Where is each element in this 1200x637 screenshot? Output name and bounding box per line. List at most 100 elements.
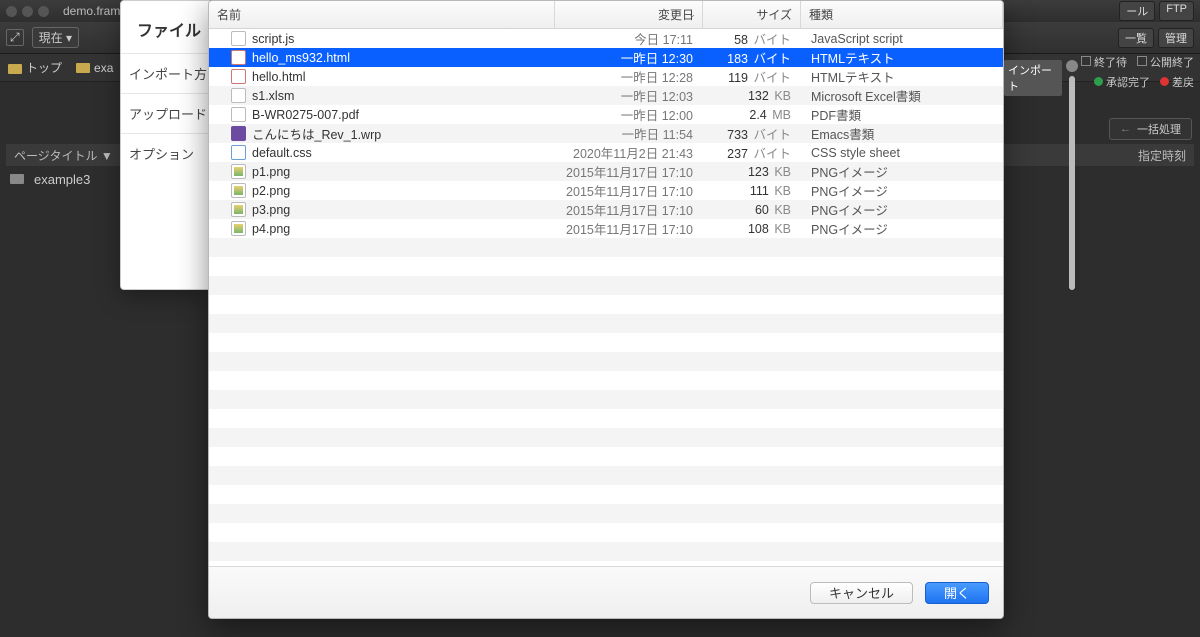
import-label[interactable]: インポート [1004, 60, 1062, 96]
file-name: p4.png [252, 222, 290, 236]
file-kind: PDF書類 [801, 105, 1003, 124]
file-row[interactable]: こんにちは_Rev_1.wrp一昨日 11:54733 バイトEmacs書類 [209, 124, 1003, 143]
bg-row-label: example3 [34, 172, 90, 187]
max-dot-icon[interactable] [38, 6, 49, 17]
left-panel: ファイル インポート方 アップロード オプション [120, 0, 210, 290]
file-kind: PNGイメージ [801, 219, 1003, 238]
file-date: 一昨日 12:30 [555, 48, 703, 67]
left-panel-title: ファイル [121, 1, 209, 53]
empty-row [209, 238, 1003, 257]
left-panel-item-upload[interactable]: アップロード [121, 93, 209, 133]
bg-list-row[interactable]: example3 [6, 168, 94, 190]
file-icon [231, 126, 246, 141]
col-time[interactable]: 指定時刻 [1138, 147, 1186, 164]
empty-row [209, 428, 1003, 447]
bg-title: demo.frame [63, 4, 127, 18]
file-name: B-WR0275-007.pdf [252, 108, 359, 122]
bg-tab-list[interactable]: 一覧 [1118, 28, 1154, 48]
file-icon [231, 145, 246, 160]
file-row[interactable]: default.css2020年11月2日 21:43237 バイトCSS st… [209, 143, 1003, 162]
file-size: 183 バイト [703, 48, 801, 67]
file-row[interactable]: p1.png2015年11月17日 17:10123 KBPNGイメージ [209, 162, 1003, 181]
empty-row [209, 466, 1003, 485]
file-icon [231, 183, 246, 198]
file-row[interactable]: p4.png2015年11月17日 17:10108 KBPNGイメージ [209, 219, 1003, 238]
file-size: 119 バイト [703, 67, 801, 86]
col-header-kind[interactable]: 種類 [801, 1, 1003, 28]
crumb-exa[interactable]: exa [76, 61, 113, 75]
file-date: 一昨日 12:28 [555, 67, 703, 86]
file-name: p3.png [252, 203, 290, 217]
file-icon [231, 88, 246, 103]
file-date: 一昨日 11:54 [555, 124, 703, 143]
sort-indicator-icon: ⌄ [688, 9, 696, 20]
bg-tab-admin[interactable]: 管理 [1158, 28, 1194, 48]
open-button[interactable]: 開く [925, 582, 989, 604]
bg-top-tab-ftp[interactable]: FTP [1159, 1, 1194, 21]
left-panel-item-options[interactable]: オプション [121, 133, 209, 173]
file-name: hello_ms932.html [252, 51, 350, 65]
file-row[interactable]: hello.html一昨日 12:28119 バイトHTMLテキスト [209, 67, 1003, 86]
col-title[interactable]: ページタイトル ▼ [14, 147, 113, 164]
traffic-lights[interactable] [6, 6, 49, 17]
file-date: 2015年11月17日 17:10 [555, 219, 703, 238]
crumb-top[interactable]: トップ [8, 59, 62, 76]
file-row[interactable]: script.js今日 17:1158 バイトJavaScript script [209, 29, 1003, 48]
file-kind: HTMLテキスト [801, 48, 1003, 67]
file-row[interactable]: hello_ms932.html 一昨日 12:30183 バイトHTMLテキスト [209, 48, 1003, 67]
scrollbar-track[interactable] [1069, 76, 1075, 290]
crumb-top-label: トップ [26, 61, 62, 75]
col-header-date[interactable]: 変更日⌄ [555, 1, 703, 28]
toggle-knob-icon[interactable] [1066, 60, 1078, 72]
file-size: 60 KB [703, 203, 801, 217]
bg-dropdown[interactable]: 現在 ▾ [32, 27, 79, 48]
empty-row [209, 257, 1003, 276]
file-date: 今日 17:11 [555, 29, 703, 48]
empty-row [209, 409, 1003, 428]
cancel-button[interactable]: キャンセル [810, 582, 913, 604]
min-dot-icon[interactable] [22, 6, 33, 17]
file-open-dialog: 名前 変更日⌄ サイズ 種類 script.js今日 17:1158 バイトJa… [208, 0, 1004, 619]
file-size: 111 KB [703, 184, 801, 198]
file-date: 一昨日 12:03 [555, 86, 703, 105]
circle-icon [1094, 77, 1103, 86]
file-icon [231, 31, 246, 46]
circle-icon [1160, 77, 1169, 86]
file-row[interactable]: p3.png2015年11月17日 17:1060 KBPNGイメージ [209, 200, 1003, 219]
file-size: 132 KB [703, 89, 801, 103]
outer-scroll-area: インポート [1004, 10, 1078, 290]
folder-icon [76, 63, 90, 73]
col-header-name[interactable]: 名前 [209, 1, 555, 28]
bg-status-legend: 終了待 公開終了 承認完了 差戻 [1081, 54, 1194, 90]
batch-button[interactable]: 一括処理 [1109, 118, 1192, 140]
file-size: 733 バイト [703, 124, 801, 143]
file-name: hello.html [252, 70, 306, 84]
file-name: s1.xlsm [252, 89, 294, 103]
file-list[interactable]: script.js今日 17:1158 バイトJavaScript script… [209, 29, 1003, 566]
expand-icon[interactable]: ⤢ [6, 29, 24, 46]
file-icon [231, 221, 246, 236]
col-header-size[interactable]: サイズ [703, 1, 801, 28]
empty-row [209, 276, 1003, 295]
empty-row [209, 314, 1003, 333]
file-name: script.js [252, 32, 294, 46]
file-kind: JavaScript script [801, 32, 1003, 46]
file-row[interactable]: B-WR0275-007.pdf一昨日 12:002.4 MBPDF書類 [209, 105, 1003, 124]
empty-row [209, 504, 1003, 523]
file-size: 237 バイト [703, 143, 801, 162]
file-kind: PNGイメージ [801, 200, 1003, 219]
file-icon [231, 202, 246, 217]
file-name: p2.png [252, 184, 290, 198]
col-header-size-label: サイズ [756, 6, 792, 23]
status-label: 公開終了 [1150, 57, 1194, 69]
left-panel-item-import[interactable]: インポート方 [121, 53, 209, 93]
crumb-exa-label: exa [94, 61, 113, 75]
close-dot-icon[interactable] [6, 6, 17, 17]
file-kind: PNGイメージ [801, 181, 1003, 200]
file-row[interactable]: s1.xlsm 一昨日 12:03132 KBMicrosoft Excel書類 [209, 86, 1003, 105]
empty-row [209, 447, 1003, 466]
file-row[interactable]: p2.png2015年11月17日 17:10111 KBPNGイメージ [209, 181, 1003, 200]
file-kind: Emacs書類 [801, 124, 1003, 143]
file-kind: Microsoft Excel書類 [801, 86, 1003, 105]
bg-top-tab-1[interactable]: ール [1119, 1, 1155, 21]
